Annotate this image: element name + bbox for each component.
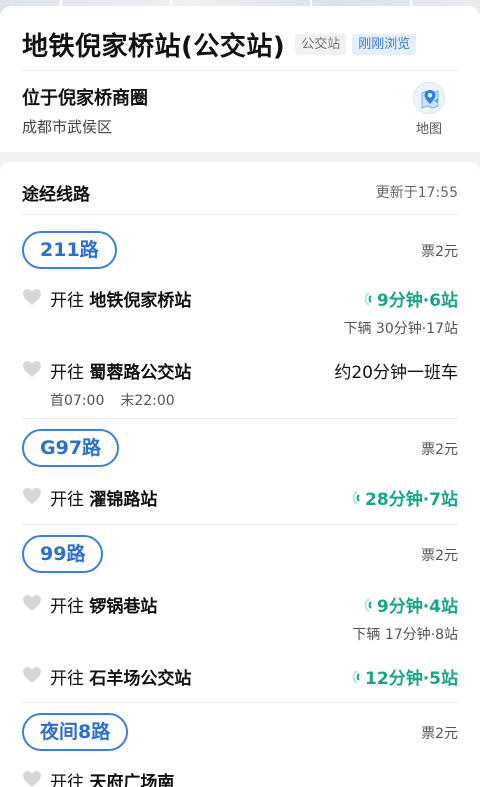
first-bus-time: 首07:00 (50, 393, 105, 409)
map-button[interactable]: 地图 (406, 82, 452, 137)
next-bus-info: 下辆 17分钟·8站 (352, 627, 458, 643)
signal-icon (364, 291, 372, 306)
direction-label: 开往 地铁倪家桥站 (50, 291, 192, 311)
arrival-eta: 9分钟·4站 (360, 592, 458, 617)
arrival-eta: 12分钟·5站 (348, 664, 458, 689)
last-bus-time: 末22:00 (120, 393, 175, 409)
heart-icon[interactable] (22, 666, 42, 688)
header-divider (22, 70, 458, 71)
station-title: 地铁倪家桥站(公交站) (22, 32, 286, 62)
section-header: 途经线路 更新于17:55 (22, 180, 458, 205)
recent-viewed-tag: 刚刚浏览 (352, 34, 417, 55)
route-direction-row[interactable]: 开往 蜀蓉路公交站 约20分钟一班车 (22, 358, 458, 383)
route-divider (22, 418, 458, 419)
frequency-info: 约20分钟一班车 (334, 363, 458, 383)
arrival-eta: 9分钟·6站 (360, 286, 458, 311)
route-direction-row[interactable]: 开往 石羊场公交站 12分钟·5站 (22, 664, 458, 689)
location-district: 成都市武侯区 (22, 118, 113, 136)
section-divider (22, 214, 458, 215)
heart-icon[interactable] (22, 770, 42, 787)
route-badge-g97[interactable]: G97路 (22, 429, 120, 467)
service-hours: 首07:00 末22:00 (50, 390, 175, 410)
update-time: 更新于17:55 (375, 185, 458, 201)
route-badge-night-8[interactable]: 夜间8路 (22, 713, 129, 751)
section-title: 途经线路 (22, 185, 90, 205)
station-type-tag: 公交站 (295, 34, 347, 55)
station-header: 地铁倪家桥站(公交站) 公交站 刚刚浏览 位于倪家桥商圈 成都市武侯区 地图 (0, 6, 480, 152)
route-direction-row[interactable]: 开往 濯锦路站 28分钟·7站 (22, 485, 458, 510)
heart-icon[interactable] (22, 288, 42, 310)
map-label: 地图 (415, 122, 442, 137)
route-direction-row[interactable]: 开往 锣锅巷站 9分钟·4站 (22, 592, 458, 617)
route-direction-row[interactable]: 开往 天府广场南 (22, 768, 458, 787)
direction-label: 开往 锣锅巷站 (50, 597, 158, 617)
route-badge-99[interactable]: 99路 (22, 535, 104, 573)
route-badge-211[interactable]: 211路 (22, 231, 117, 269)
arrival-eta: 28分钟·7站 (348, 485, 458, 510)
routes-card: 途经线路 更新于17:55 211路 票2元 开往 地铁倪家桥站 9分钟·6站 … (0, 162, 480, 787)
route-fare: 票2元 (421, 548, 458, 564)
direction-label: 开往 石羊场公交站 (50, 669, 192, 689)
signal-icon (352, 490, 360, 505)
map-pin-icon (413, 82, 445, 114)
direction-label: 开往 濯锦路站 (50, 490, 158, 510)
route-direction-row[interactable]: 开往 地铁倪家桥站 9分钟·6站 (22, 286, 458, 311)
title-row: 地铁倪家桥站(公交站) 公交站 刚刚浏览 (22, 26, 417, 63)
direction-label: 开往 天府广场南 (50, 773, 175, 787)
signal-icon (352, 669, 360, 684)
route-divider (22, 524, 458, 525)
heart-icon[interactable] (22, 360, 42, 382)
next-bus-info: 下辆 30分钟·17站 (343, 321, 458, 337)
heart-icon[interactable] (22, 487, 42, 509)
route-fare: 票2元 (421, 726, 458, 742)
route-fare: 票2元 (421, 442, 458, 458)
route-fare: 票2元 (421, 244, 458, 260)
direction-label: 开往 蜀蓉路公交站 (50, 363, 192, 383)
signal-icon (364, 597, 372, 612)
location-title: 位于倪家桥商圈 (22, 88, 148, 109)
heart-icon[interactable] (22, 594, 42, 616)
route-divider (22, 702, 458, 703)
